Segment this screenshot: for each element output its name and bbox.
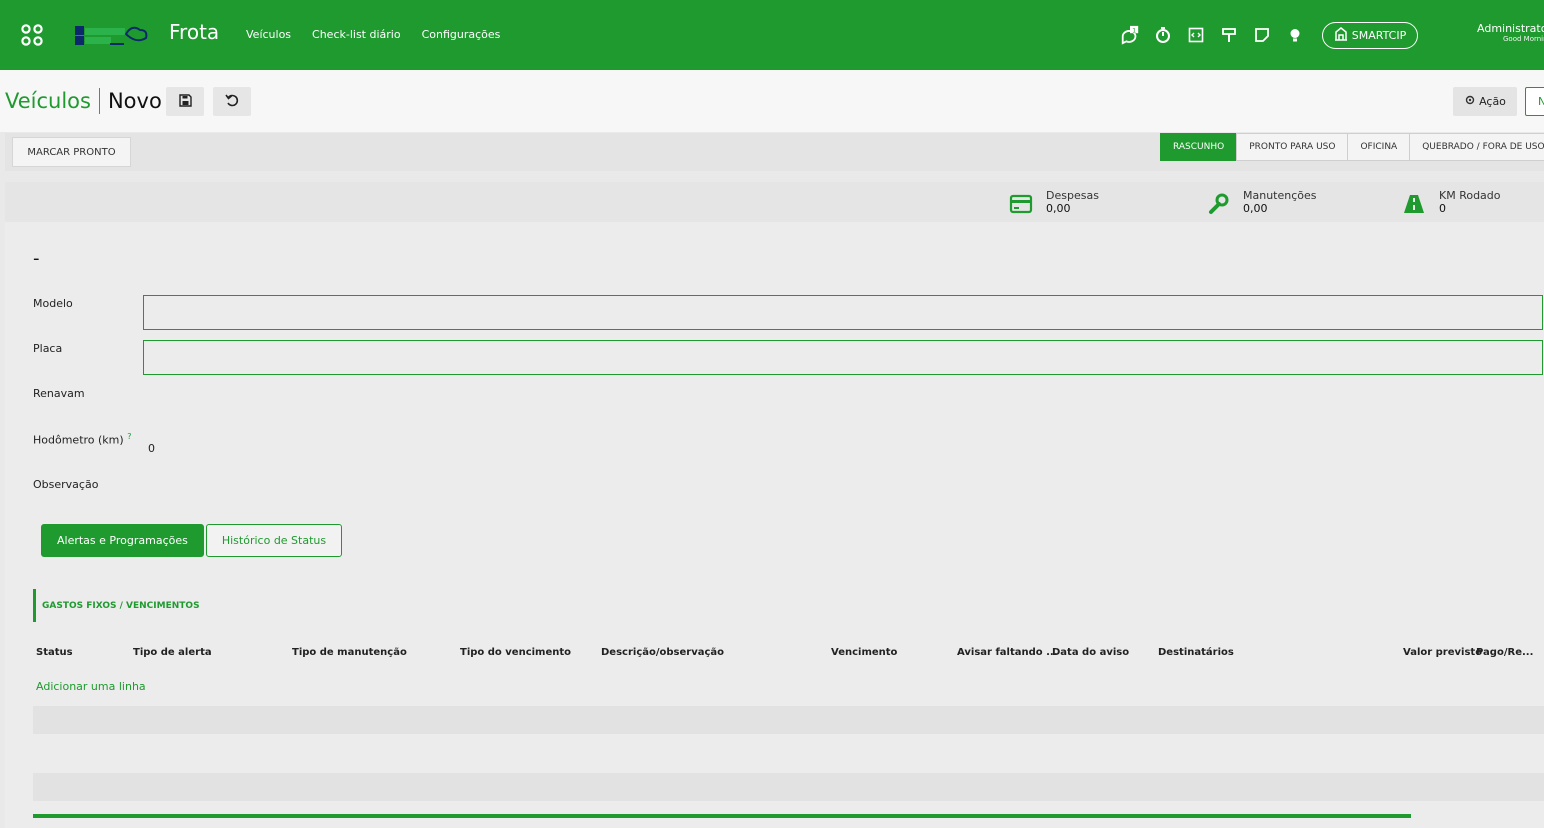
user-menu[interactable]: Administrator Good Morning — [1472, 22, 1544, 43]
observacao-label: Observação — [33, 478, 99, 491]
stat-km-rodado[interactable]: KM Rodado 0 — [1401, 189, 1501, 217]
column-header[interactable]: Avisar faltando ... — [957, 647, 1058, 658]
column-header[interactable]: Pago/Re... — [1476, 647, 1533, 658]
wrench-icon — [1205, 191, 1231, 217]
menu-item-checklist[interactable]: Check-list diário — [312, 28, 401, 41]
column-header[interactable]: Data do aviso — [1052, 647, 1129, 658]
systray: 1 — [1120, 24, 1305, 46]
modelo-label: Modelo — [33, 297, 73, 310]
column-header[interactable]: Destinatários — [1158, 647, 1234, 658]
column-header[interactable]: Tipo de manutenção — [292, 647, 407, 658]
modelo-input[interactable] — [143, 295, 1543, 330]
apps-menu-icon[interactable] — [20, 23, 44, 47]
column-header[interactable]: Valor previsto — [1403, 647, 1482, 658]
save-button[interactable] — [166, 87, 204, 116]
main-menu: Veículos Check-list diário Configurações — [246, 28, 500, 41]
record-title[interactable]: - — [33, 248, 40, 269]
stat-label: KM Rodado — [1439, 189, 1501, 202]
column-header[interactable]: Tipo de alerta — [133, 647, 212, 658]
stage-pronto-para-uso[interactable]: PRONTO PARA USO — [1236, 133, 1349, 161]
user-greeting: Good Morning — [1503, 35, 1544, 43]
paint-roller-icon[interactable] — [1219, 24, 1239, 46]
new-button[interactable]: N — [1525, 87, 1544, 116]
gear-icon — [1464, 94, 1476, 109]
add-line-link[interactable]: Adicionar uma linha — [36, 680, 146, 693]
menu-item-configuracoes[interactable]: Configurações — [422, 28, 501, 41]
stage-quebrado[interactable]: QUEBRADO / FORA DE USO — [1409, 133, 1544, 161]
hodometro-label: Hodômetro (km) ? — [33, 432, 131, 447]
timer-icon[interactable] — [1153, 24, 1173, 46]
table-row — [33, 706, 1544, 734]
breadcrumb-current: Novo — [107, 89, 162, 113]
notebook-tabs: Alertas e Programações Histórico de Stat… — [41, 524, 343, 557]
user-name: Administrator — [1477, 22, 1544, 35]
lightbulb-icon[interactable] — [1285, 24, 1305, 46]
stat-label: Despesas — [1046, 189, 1099, 202]
credit-card-icon — [1008, 191, 1034, 217]
column-header[interactable]: Vencimento — [831, 647, 897, 658]
column-header[interactable]: Status — [36, 647, 73, 658]
stat-value: 0,00 — [1243, 202, 1268, 215]
action-label: Ação — [1479, 95, 1506, 108]
building-icon — [1334, 27, 1348, 44]
tab-alertas[interactable]: Alertas e Programações — [41, 524, 204, 557]
stat-value: 0,00 — [1046, 202, 1071, 215]
renavam-label: Renavam — [33, 387, 85, 400]
table-row — [33, 773, 1544, 801]
action-button[interactable]: Ação — [1453, 87, 1517, 116]
hodometro-label-text: Hodômetro (km) — [33, 433, 124, 447]
stage-rascunho[interactable]: RASCUNHO — [1160, 133, 1238, 161]
brand-logo — [72, 20, 152, 52]
stat-value: 0 — [1439, 202, 1446, 215]
road-icon — [1401, 191, 1427, 217]
placa-label: Placa — [33, 342, 63, 355]
stage-oficina[interactable]: OFICINA — [1347, 133, 1411, 161]
status-stages: RASCUNHO PRONTO PARA USO OFICINA QUEBRAD… — [1160, 133, 1544, 161]
section-title: GASTOS FIXOS / VENCIMENTOS — [33, 589, 200, 622]
breadcrumb-parent[interactable]: Veículos — [5, 89, 91, 113]
tab-historico[interactable]: Histórico de Status — [205, 524, 343, 557]
stat-despesas[interactable]: Despesas 0,00 — [1008, 189, 1099, 217]
smartcip-button[interactable]: SMARTCIP — [1322, 22, 1418, 49]
note-icon[interactable] — [1252, 24, 1272, 46]
help-tooltip-icon[interactable]: ? — [127, 432, 131, 441]
discard-button[interactable] — [213, 87, 251, 116]
menu-item-veiculos[interactable]: Veículos — [246, 28, 291, 41]
placa-input[interactable] — [143, 340, 1543, 375]
stat-manutencoes[interactable]: Manutenções 0,00 — [1205, 189, 1317, 217]
column-header[interactable]: Descrição/observação — [601, 647, 724, 658]
breadcrumb: Veículos Novo — [5, 88, 162, 114]
hodometro-value[interactable]: 0 — [148, 442, 155, 455]
code-window-icon[interactable] — [1186, 24, 1206, 46]
scrollbar-track[interactable] — [33, 814, 1411, 818]
chat-icon[interactable]: 1 — [1120, 24, 1140, 46]
chat-badge: 1 — [1132, 27, 1136, 34]
column-header[interactable]: Tipo do vencimento — [460, 647, 571, 658]
smartcip-label: SMARTCIP — [1351, 29, 1407, 42]
app-title[interactable]: Frota — [169, 20, 219, 44]
undo-icon — [225, 92, 239, 111]
mark-ready-button[interactable]: MARCAR PRONTO — [12, 137, 131, 167]
save-icon — [178, 92, 192, 111]
top-navbar: Frota Veículos Check-list diário Configu… — [0, 0, 1544, 70]
stat-label: Manutenções — [1243, 189, 1317, 202]
breadcrumb-separator — [98, 88, 100, 114]
